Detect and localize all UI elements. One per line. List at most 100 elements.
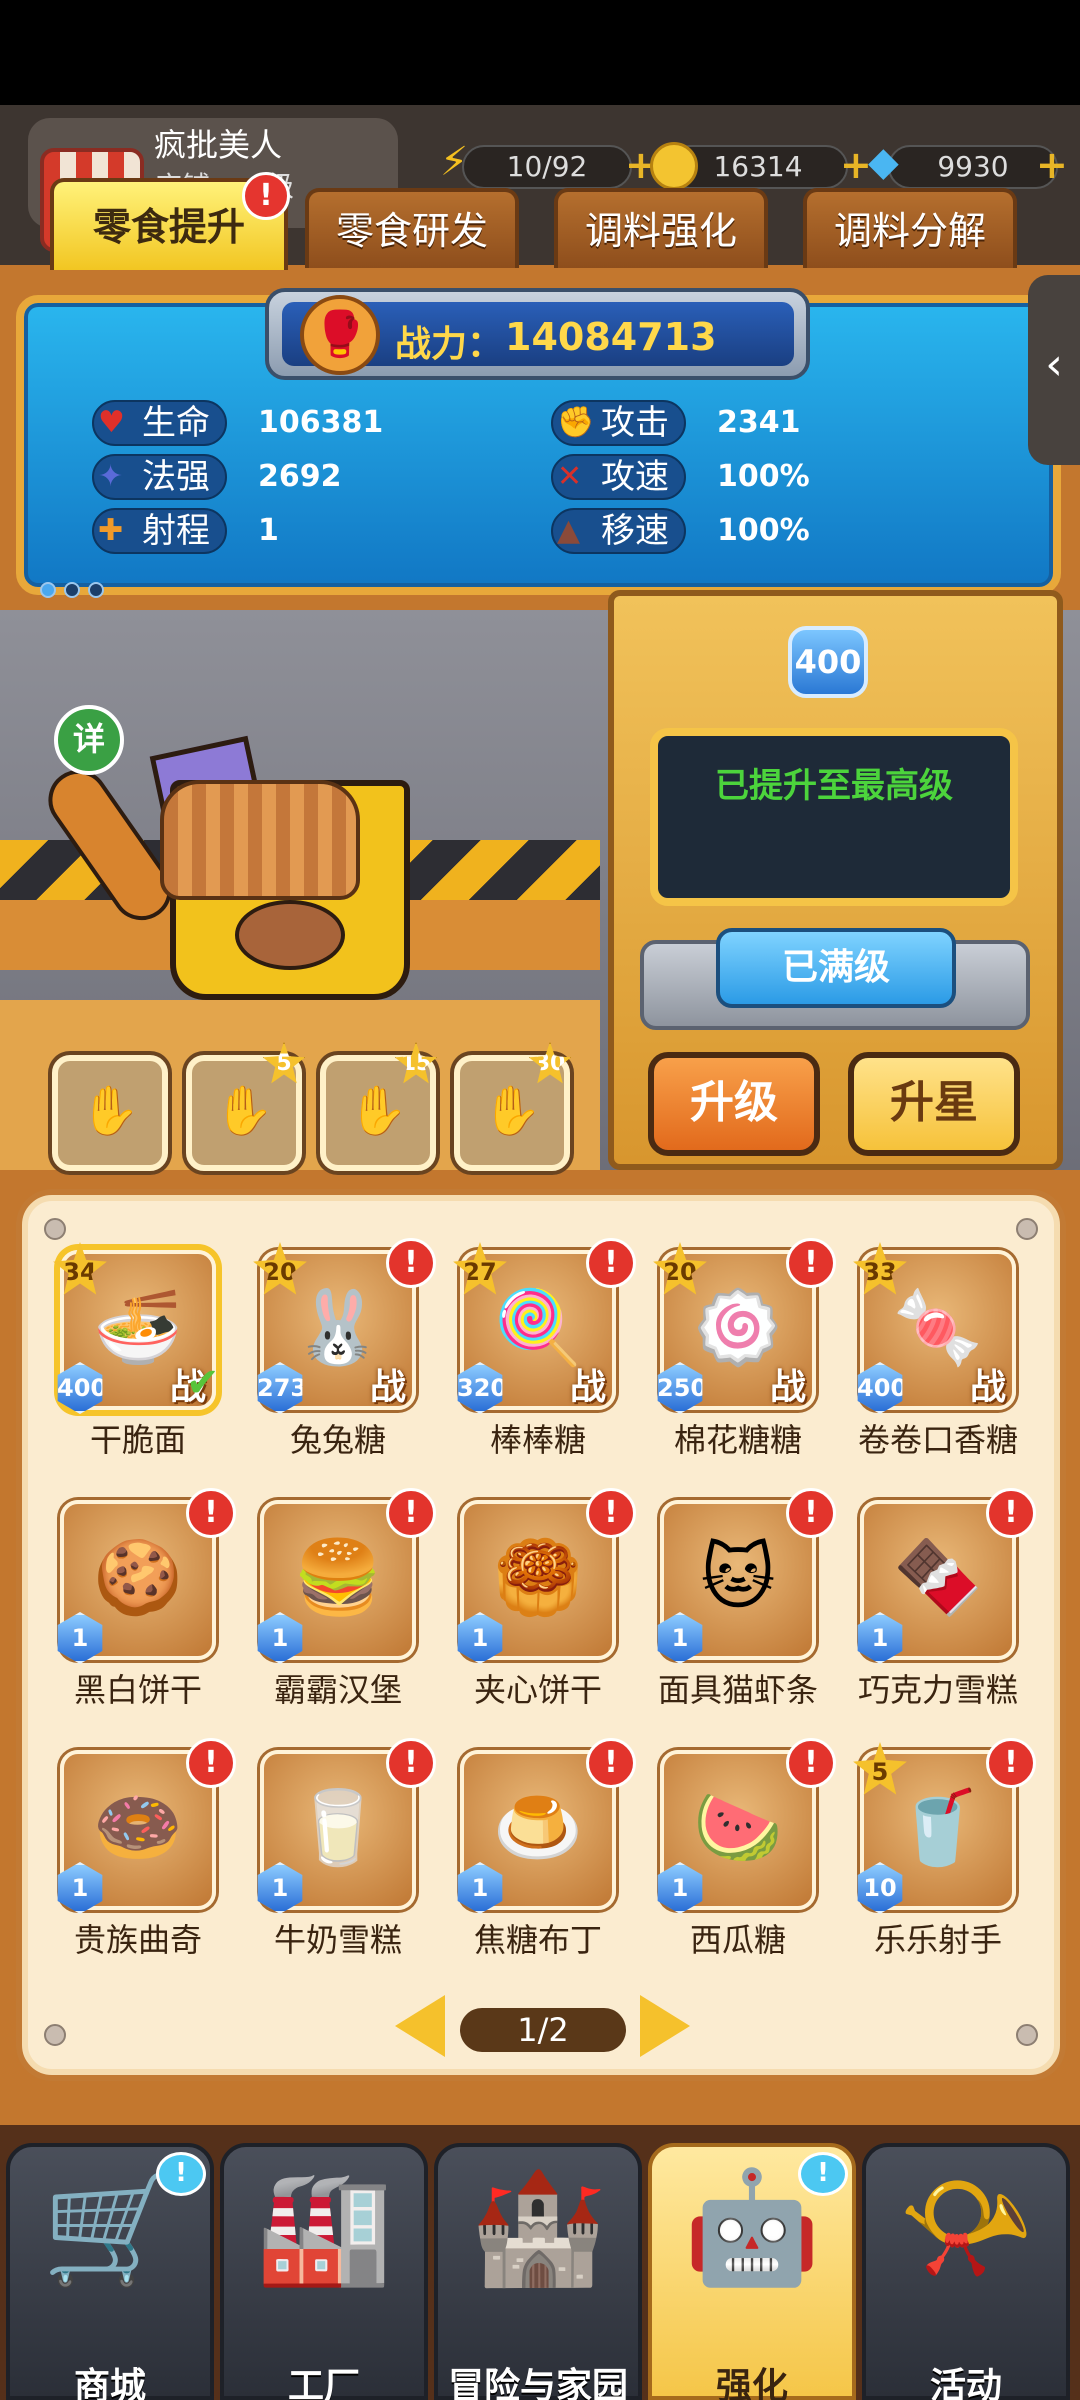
max-level-button[interactable]: 已满级 [716, 928, 956, 1008]
alert-badge: ! [386, 1488, 436, 1538]
notification-bubble-icon: ! [798, 2152, 848, 2196]
skill-icon: ✋ [214, 1083, 274, 1139]
nav-label: 商城 [73, 2366, 146, 2400]
snack-portrait-icon: 🐱 [700, 1535, 776, 1619]
page-indicator: 1/2 [460, 2008, 626, 2052]
nav-factory[interactable]: 🏭 工厂 [220, 2143, 428, 2400]
snack-portrait-icon: 🍉 [693, 1785, 783, 1869]
upgrade-button[interactable]: 升级 [648, 1052, 820, 1156]
tab-snack-research[interactable]: 零食研发 [305, 188, 519, 268]
nav-trumpet[interactable]: 📯 活动 [862, 2143, 1070, 2400]
alert-badge: ! [586, 1738, 636, 1788]
page-dot [88, 582, 104, 598]
lightning-icon: ⚡ [440, 139, 469, 185]
stat-value-move-speed: 100% [717, 513, 810, 548]
page-dot [64, 582, 80, 598]
snack-name: 巧克力雪糕 [857, 1671, 1018, 1709]
star-up-button[interactable]: 升星 [848, 1052, 1020, 1156]
snack-name: 牛奶雪糕 [273, 1921, 402, 1959]
level-status-screen [650, 728, 1018, 906]
fist-icon: ✊ [557, 405, 595, 440]
crosshair-icon: ✚ [98, 513, 124, 548]
boot-icon: ▲ [557, 513, 581, 548]
level-status-text: 已提升至最高级 [715, 766, 953, 806]
snack-portrait-icon: 🍮 [493, 1785, 583, 1869]
factory-icon: 🏭 [255, 2163, 393, 2291]
stat-value-attack: 2341 [717, 405, 801, 440]
snack-portrait-icon: 🥛 [293, 1785, 383, 1869]
sword-icon: ✕ [557, 459, 583, 494]
alert-badge: ! [786, 1488, 836, 1538]
in-battle-tag: 战 [570, 1367, 607, 1408]
magic-icon: ✦ [98, 459, 124, 494]
diamond-icon: ◆ [868, 139, 899, 185]
snack-name: 棉花糖糖 [673, 1421, 802, 1459]
screw [44, 1218, 66, 1240]
game-screen: 疯批美人 店铺：…级 10/92 ⚡ + 16314 + 9930 ◆ + 零食… [0, 0, 1080, 2400]
hero-level-badge: 400 [788, 626, 868, 698]
snack-portrait-icon: 🍔 [293, 1535, 383, 1619]
snack-name: 乐乐射手 [873, 1921, 1002, 1959]
stat-value-range: 1 [258, 513, 279, 548]
stat-value-hp: 106381 [258, 405, 384, 440]
notification-bubble-icon: ! [156, 2152, 206, 2196]
in-battle-tag: 战 [970, 1367, 1007, 1408]
snack-portrait-icon: 🍫 [893, 1535, 983, 1619]
alert-badge: ! [986, 1738, 1036, 1788]
snack-portrait-icon: 🥤 [893, 1785, 983, 1869]
snack-name: 夹心饼干 [473, 1671, 602, 1709]
skill-icon: ✋ [80, 1083, 140, 1139]
nav-label: 工厂 [287, 2366, 360, 2400]
snack-name: 霸霸汉堡 [273, 1671, 402, 1709]
alert-badge: ! [586, 1238, 636, 1288]
combat-power-label: 战力： [395, 324, 504, 365]
tab-alert-badge: ! [242, 172, 290, 220]
alert-badge: ! [186, 1738, 236, 1788]
snack-name: 贵族曲奇 [73, 1921, 202, 1959]
in-battle-tag: 战 [770, 1367, 807, 1408]
detail-button[interactable]: 详 [54, 705, 124, 775]
snack-name: 焦糖布丁 [473, 1921, 602, 1959]
nav-label: 强化 [715, 2366, 788, 2400]
skill-icon: ✋ [348, 1083, 408, 1139]
add-diamond-button[interactable]: + [1036, 145, 1068, 185]
skill-icon: ✋ [482, 1083, 542, 1139]
in-battle-tag: 战 [370, 1367, 407, 1408]
boxing-glove-icon: 🥊 [300, 295, 380, 375]
alert-badge: ! [386, 1238, 436, 1288]
coin-icon [650, 142, 698, 190]
alert-badge: ! [186, 1488, 236, 1538]
nav-adventure[interactable]: 🏰 冒险与家园 [434, 2143, 642, 2400]
snack-portrait-icon: 🍪 [93, 1535, 183, 1619]
heart-icon: ♥ [98, 405, 125, 440]
page-dot-active [40, 582, 56, 598]
screw [1016, 2024, 1038, 2046]
energy-counter: 10/92 [462, 145, 632, 189]
screw [1016, 1218, 1038, 1240]
chevron-left-icon: ‹ [1045, 339, 1063, 390]
tab-seasoning-enhance[interactable]: 调料强化 [554, 188, 768, 268]
snack-name: 面具猫虾条 [657, 1671, 818, 1709]
snack-name: 西瓜糖 [689, 1921, 786, 1959]
snack-portrait-icon: 🍩 [93, 1785, 183, 1869]
snack-name: 干脆面 [89, 1421, 186, 1459]
alert-badge: ! [786, 1738, 836, 1788]
screw [44, 2024, 66, 2046]
stat-value-attack-speed: 100% [717, 459, 810, 494]
tab-seasoning-decompose[interactable]: 调料分解 [803, 188, 1017, 268]
player-name: 疯批美人 [154, 126, 283, 164]
snack-name: 棒棒糖 [489, 1421, 586, 1459]
side-collapse-tab[interactable]: ‹ [1028, 275, 1080, 465]
alert-badge: ! [386, 1738, 436, 1788]
alert-badge: ! [786, 1238, 836, 1288]
diamond-counter: 9930 [888, 145, 1058, 189]
hero-noodle-top [160, 780, 360, 900]
skill-slot-1[interactable]: ✋ [52, 1055, 168, 1171]
trumpet-icon: 📯 [897, 2163, 1035, 2291]
hero-face [235, 900, 345, 970]
snack-name: 黑白饼干 [73, 1671, 202, 1709]
adventure-icon: 🏰 [469, 2163, 607, 2291]
alert-badge: ! [986, 1488, 1036, 1538]
alert-badge: ! [586, 1488, 636, 1538]
snack-portrait-icon: 🥮 [493, 1535, 583, 1619]
